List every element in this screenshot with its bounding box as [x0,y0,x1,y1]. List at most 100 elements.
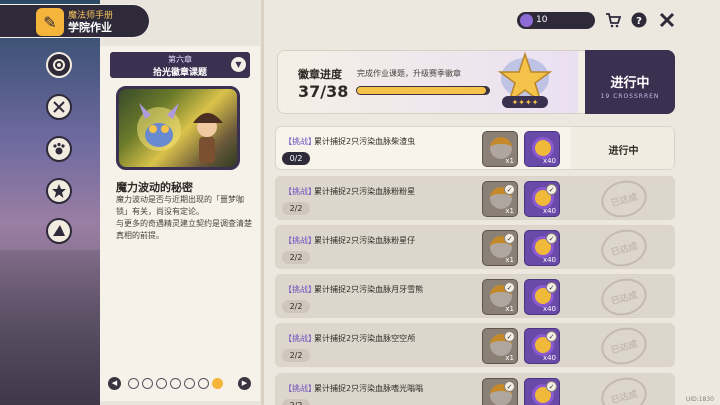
task-row[interactable]: 【挑战】 累计捕捉2只污染血脉粉粉星 2/2 x1 ✓ x40 ✓ 已达成 [275,176,675,220]
reward-quantity: x1 [505,207,514,215]
task-progress: 2/2 [282,300,310,313]
task-row[interactable]: 【挑战】 累计捕捉2只污染血脉柴渣虫 0/2 x1 x40 进行中 [275,126,675,170]
close-icon[interactable] [658,11,676,29]
task-status: 已达成 [571,226,674,268]
acorn-icon [490,137,512,159]
cart-icon[interactable] [604,11,622,29]
reward-acorn[interactable]: x1 ✓ [482,230,518,266]
task-tag: 【挑战】 [284,137,316,146]
check-icon: ✓ [546,381,557,392]
page-dot[interactable] [156,378,167,389]
task-text: 累计捕捉2只污染血脉嗜光嗡嗡 [314,384,424,393]
task-progress: 2/2 [282,399,310,405]
reward-orb[interactable]: x40 ✓ [524,328,560,364]
next-page-button[interactable]: ▶ [238,377,251,390]
badge-status-sub: 19 CROSSRREN [600,93,660,100]
check-icon: ✓ [504,233,515,244]
task-text: 累计捕捉2只污染血脉空空颅 [314,334,416,343]
book-logo-icon: ✎ [36,8,64,36]
task-tag: 【挑战】 [284,236,316,245]
star-icon[interactable] [46,178,72,204]
task-progress: 2/2 [282,251,310,264]
page-dot-current[interactable] [212,378,223,389]
reward-orb[interactable]: x40✓ [524,279,560,315]
check-icon: ✓ [504,282,515,293]
chevron-down-icon[interactable]: ▼ [231,57,246,72]
task-row[interactable]: 【挑战】累计捕捉2只污染血脉嗜光嗡嗡 2/2 x1✓x40✓ 已达成 [275,373,675,405]
reward-orb[interactable]: x40 ✓ [524,181,560,217]
story-title: 魔力波动的秘密 [116,181,193,194]
reward-quantity: x40 [542,157,556,165]
paw-icon[interactable] [46,136,72,162]
prev-page-button[interactable]: ◀ [108,377,121,390]
completed-stamp: 已达成 [596,275,651,317]
task-row[interactable]: 【挑战】 累计捕捉2只污染血脉粉星仔 2/2 x1 ✓ x40 ✓ 已达成 [275,225,675,269]
chapter-pager: ◀ ▶ [108,377,253,391]
uid-label: UID:1830 [685,396,714,403]
page-dot[interactable] [128,378,139,389]
completed-stamp: 已达成 [596,374,651,405]
reward-acorn[interactable]: x1 ✓ [482,328,518,364]
page-dot[interactable] [184,378,195,389]
task-row[interactable]: 【挑战】 累计捕捉2只污染血脉月牙雪熊 2/2 x1 ✓ x40 ✓ 已达成 [275,274,675,318]
check-icon: ✓ [504,381,515,392]
completed-stamp: 已达成 [596,177,651,219]
reward-quantity: x40 [542,256,556,264]
check-icon: ✓ [504,184,515,195]
completed-stamp: 已达成 [596,324,651,366]
reward-quantity: x1 [505,256,514,264]
wizard-hat-icon[interactable] [46,218,72,244]
check-icon: ✓ [546,184,557,195]
chapter-selector[interactable]: 第六章 拾光徽章课题 ▼ [110,52,250,78]
sword-shield-icon[interactable] [46,94,72,120]
reward-quantity: x40 [542,305,556,313]
task-tag: 【挑战】 [284,334,316,343]
task-status: 已达成 [571,324,674,366]
task-row[interactable]: 【挑战】 累计捕捉2只污染血脉空空颅 2/2 x1 ✓ x40 ✓ 已达成 [275,323,675,367]
svg-text:?: ? [636,16,642,27]
page-dot[interactable] [142,378,153,389]
badge-status: 进行中 19 CROSSRREN [585,50,675,114]
story-body: 魔力波动是否与近期出现的「噩梦咖锁」有关，尚没有定论。 与更多的奇遇精灵建立契约… [116,195,252,240]
task-text: 累计捕捉2只污染血脉粉星仔 [314,236,416,245]
page-dot[interactable] [198,378,209,389]
reward-quantity: x1 [505,157,514,165]
magic-orb-icon [532,137,554,159]
reward-orb[interactable]: x40✓ [524,378,560,405]
badge-count: 37/38 [298,82,349,101]
season-badge-icon: ✦✦✦✦ [494,51,556,110]
task-tag: 【挑战】 [284,285,316,294]
reward-quantity: x40 [542,354,556,362]
task-text: 累计捕捉2只污染血脉柴渣虫 [314,137,416,146]
task-progress: 0/2 [282,152,310,165]
badge-progress-bar [356,86,490,95]
check-icon: ✓ [504,331,515,342]
completed-stamp: 已达成 [596,226,651,268]
gem-icon [520,14,533,27]
reward-orb[interactable]: x40 [524,131,560,167]
badge-status-text: 进行中 [610,76,650,91]
check-icon: ✓ [546,233,557,244]
reward-orb[interactable]: x40 ✓ [524,230,560,266]
check-icon: ✓ [546,331,557,342]
badge-stars: ✦✦✦✦ [512,98,539,107]
task-status-text: 进行中 [608,145,639,157]
chapter-number: 第六章 [168,55,192,64]
reward-acorn[interactable]: x1✓ [482,378,518,405]
task-status: 已达成 [571,275,674,317]
reward-quantity: x1 [505,354,514,362]
chapter-illustration [116,86,240,170]
reward-acorn[interactable]: x1 [482,131,518,167]
task-tag: 【挑战】 [284,187,316,196]
task-progress: 2/2 [282,349,310,362]
currency-value: 10 [536,15,548,25]
chapter-title: 拾光徽章课题 [152,68,207,78]
reward-quantity: x40 [542,207,556,215]
academy-homework-icon[interactable] [46,52,72,78]
page-dot[interactable] [170,378,181,389]
reward-acorn[interactable]: x1✓ [482,279,518,315]
task-status: 进行中 [571,127,674,169]
task-progress: 2/2 [282,202,310,215]
question-icon[interactable]: ? [630,11,648,29]
reward-acorn[interactable]: x1 ✓ [482,181,518,217]
